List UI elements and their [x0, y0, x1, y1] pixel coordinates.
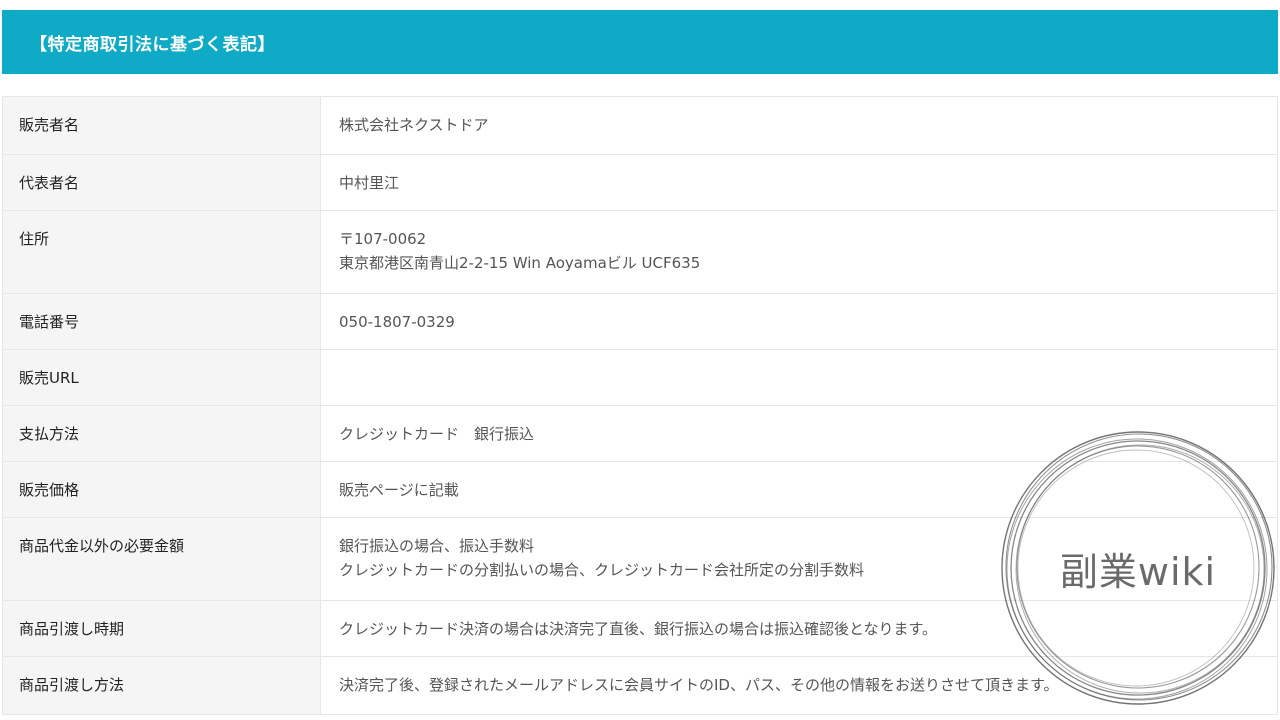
table-row: 販売者名 株式会社ネクストドア	[2, 96, 1278, 155]
table-row: 商品引渡し方法 決済完了後、登録されたメールアドレスに会員サイトのID、パス、そ…	[2, 656, 1278, 715]
row-label: 支払方法	[2, 405, 321, 462]
table-row: 販売URL	[2, 349, 1278, 406]
table-row: 支払方法 クレジットカード 銀行振込	[2, 405, 1278, 462]
legal-notice-table-container: 販売者名 株式会社ネクストドア 代表者名 中村里江 住所 〒107-0062 東…	[2, 96, 1278, 715]
row-label: 住所	[2, 210, 321, 294]
row-value: クレジットカード決済の場合は決済完了直後、銀行振込の場合は振込確認後となります。	[320, 600, 1278, 657]
row-value: クレジットカード 銀行振込	[320, 405, 1278, 462]
row-value: 銀行振込の場合、振込手数料 クレジットカードの分割払いの場合、クレジットカード会…	[320, 517, 1278, 601]
row-label: 電話番号	[2, 293, 321, 350]
row-value: 販売ページに記載	[320, 461, 1278, 518]
legal-notice-table: 販売者名 株式会社ネクストドア 代表者名 中村里江 住所 〒107-0062 東…	[2, 96, 1278, 715]
table-row: 商品引渡し時期 クレジットカード決済の場合は決済完了直後、銀行振込の場合は振込確…	[2, 600, 1278, 657]
row-label: 販売者名	[2, 96, 321, 155]
row-label: 販売価格	[2, 461, 321, 518]
table-row: 販売価格 販売ページに記載	[2, 461, 1278, 518]
row-value: 中村里江	[320, 154, 1278, 211]
row-value: 決済完了後、登録されたメールアドレスに会員サイトのID、パス、その他の情報をお送…	[320, 656, 1278, 715]
table-row: 代表者名 中村里江	[2, 154, 1278, 211]
page-title: 【特定商取引法に基づく表記】	[30, 34, 275, 55]
row-value: 〒107-0062 東京都港区南青山2-2-15 Win Aoyamaビル UC…	[320, 210, 1278, 294]
table-row: 商品代金以外の必要金額 銀行振込の場合、振込手数料 クレジットカードの分割払いの…	[2, 517, 1278, 601]
row-label: 販売URL	[2, 349, 321, 406]
row-value: 050-1807-0329	[320, 293, 1278, 350]
row-label: 商品引渡し方法	[2, 656, 321, 715]
row-label: 代表者名	[2, 154, 321, 211]
row-label: 商品代金以外の必要金額	[2, 517, 321, 601]
table-row: 住所 〒107-0062 東京都港区南青山2-2-15 Win Aoyamaビル…	[2, 210, 1278, 294]
section-header: 【特定商取引法に基づく表記】	[2, 10, 1278, 74]
row-value: 株式会社ネクストドア	[320, 96, 1278, 155]
row-label: 商品引渡し時期	[2, 600, 321, 657]
table-row: 電話番号 050-1807-0329	[2, 293, 1278, 350]
row-value	[320, 349, 1278, 406]
